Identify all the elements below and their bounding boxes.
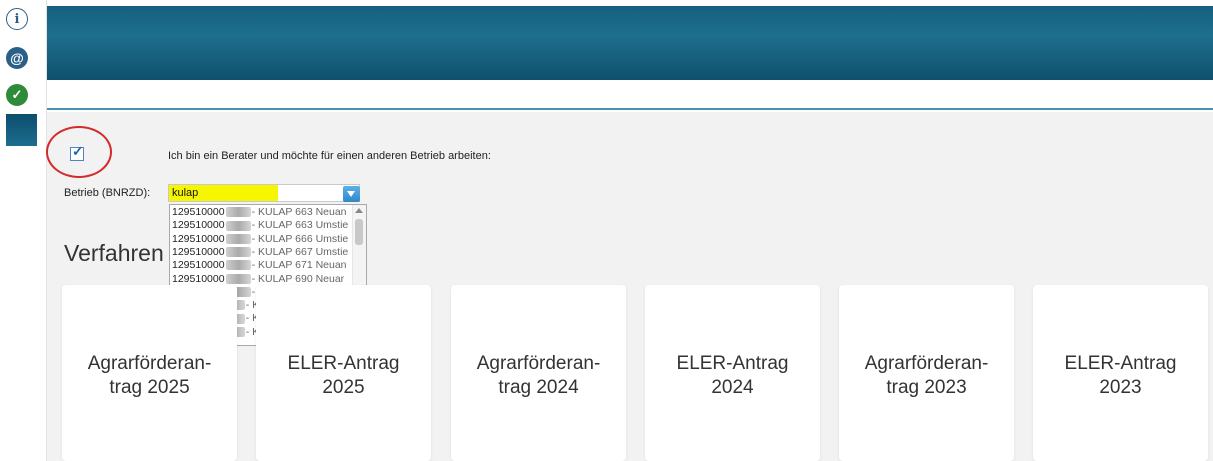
scroll-up-icon[interactable] [355, 208, 363, 213]
card-eler-antrag-2023[interactable]: ELER-Antrag 2023 [1033, 285, 1208, 461]
redacted-digits [225, 260, 251, 271]
card-agrarfoerderantrag-2024[interactable]: Agrarförderan-trag 2024 [451, 285, 626, 461]
option-number: 129510000 [172, 245, 225, 258]
dropdown-toggle-button[interactable] [343, 186, 360, 202]
card-title-line2: trag 2025 [109, 377, 190, 398]
dropdown-option[interactable]: 129510000 - KULAP 690 Neuar [170, 273, 352, 285]
card-eler-antrag-2025[interactable]: ELER-Antrag 2025 [256, 285, 431, 461]
card-title: Agrarförderan-trag 2025 [88, 346, 212, 400]
dropdown-option[interactable]: 129510000 - KULAP 667 Umstie [170, 246, 352, 258]
redacted-digits [225, 233, 251, 244]
card-title: ELER-Antrag 2025 [288, 346, 400, 400]
option-number: 129510000 [172, 219, 225, 232]
rail-block-button[interactable] [6, 114, 37, 146]
option-number: 129510000 [172, 206, 225, 218]
dropdown-option[interactable]: 129510000 - KULAP 671 Neuan [170, 259, 352, 271]
redacted-digits [225, 247, 251, 258]
option-label: - KULAP 666 Umstie [251, 232, 349, 245]
redacted-digits [225, 220, 251, 231]
card-title-line2: trag 2024 [498, 377, 579, 398]
check-icon[interactable]: ✓ [6, 84, 28, 106]
info-icon[interactable]: i [6, 8, 28, 30]
card-title-line1: ELER-Antrag [676, 353, 789, 374]
dropdown-option[interactable]: 129510000 - KULAP 663 Neuan [170, 206, 352, 218]
info-icon-glyph: i [14, 11, 20, 27]
option-number: 129510000 [172, 272, 225, 285]
card-title-line2: trag 2023 [886, 377, 967, 398]
card-title: Agrarförderan-trag 2024 [477, 346, 601, 400]
check-icon-glyph: ✓ [11, 87, 23, 102]
dropdown-option[interactable]: 129510000 - KULAP 666 Umstie [170, 233, 352, 245]
at-icon[interactable]: @ [6, 47, 28, 69]
card-title: ELER-Antrag 2024 [677, 346, 789, 400]
card-title-line2: 2023 [1099, 377, 1142, 398]
betrieb-input[interactable]: kulap [168, 184, 360, 202]
subheader-bar [47, 80, 1213, 110]
consultant-label: Ich bin ein Berater und möchte für einen… [168, 150, 491, 162]
card-title-line2: 2025 [322, 377, 365, 398]
option-number: 129510000 [172, 259, 225, 272]
card-title-line1: Agrarförderan- [864, 353, 989, 374]
card-title-line1: ELER-Antrag [1064, 353, 1177, 374]
option-label: - KULAP 667 Umstie [251, 245, 349, 258]
option-label: - KULAP 690 Neuar [251, 272, 345, 285]
dropdown-option[interactable]: 129510000 - KULAP 663 Umstie [170, 219, 352, 231]
header-banner [47, 6, 1213, 80]
card-title-line1: ELER-Antrag [287, 353, 400, 374]
scrollbar-thumb[interactable] [355, 219, 363, 245]
at-icon-glyph: @ [10, 50, 24, 66]
verfahren-heading: Verfahren [64, 240, 164, 266]
card-title-line1: Agrarförderan- [87, 353, 212, 374]
option-number: 129510000 [172, 232, 225, 245]
betrieb-input-value: kulap [169, 185, 278, 201]
betrieb-label: Betrieb (BNRZD): [64, 187, 151, 199]
card-agrarfoerderantrag-2023[interactable]: Agrarförderan-trag 2023 [839, 285, 1014, 461]
annotation-circle [46, 126, 112, 178]
option-label: - KULAP 671 Neuan [251, 259, 347, 272]
redacted-digits [225, 273, 251, 284]
card-title-line1: Agrarförderan- [476, 353, 601, 374]
card-title: ELER-Antrag 2023 [1065, 346, 1177, 400]
card-title: Agrarförderan-trag 2023 [865, 346, 989, 400]
card-eler-antrag-2024[interactable]: ELER-Antrag 2024 [645, 285, 820, 461]
option-label: - KULAP 663 Neuan [251, 206, 347, 218]
redacted-digits [225, 207, 251, 218]
card-title-line2: 2024 [711, 377, 754, 398]
card-agrarfoerderantrag-2025[interactable]: Agrarförderan-trag 2025 [62, 285, 237, 461]
left-icon-rail: i @ ✓ [0, 0, 40, 461]
option-label: - KULAP 663 Umstie [251, 219, 349, 232]
